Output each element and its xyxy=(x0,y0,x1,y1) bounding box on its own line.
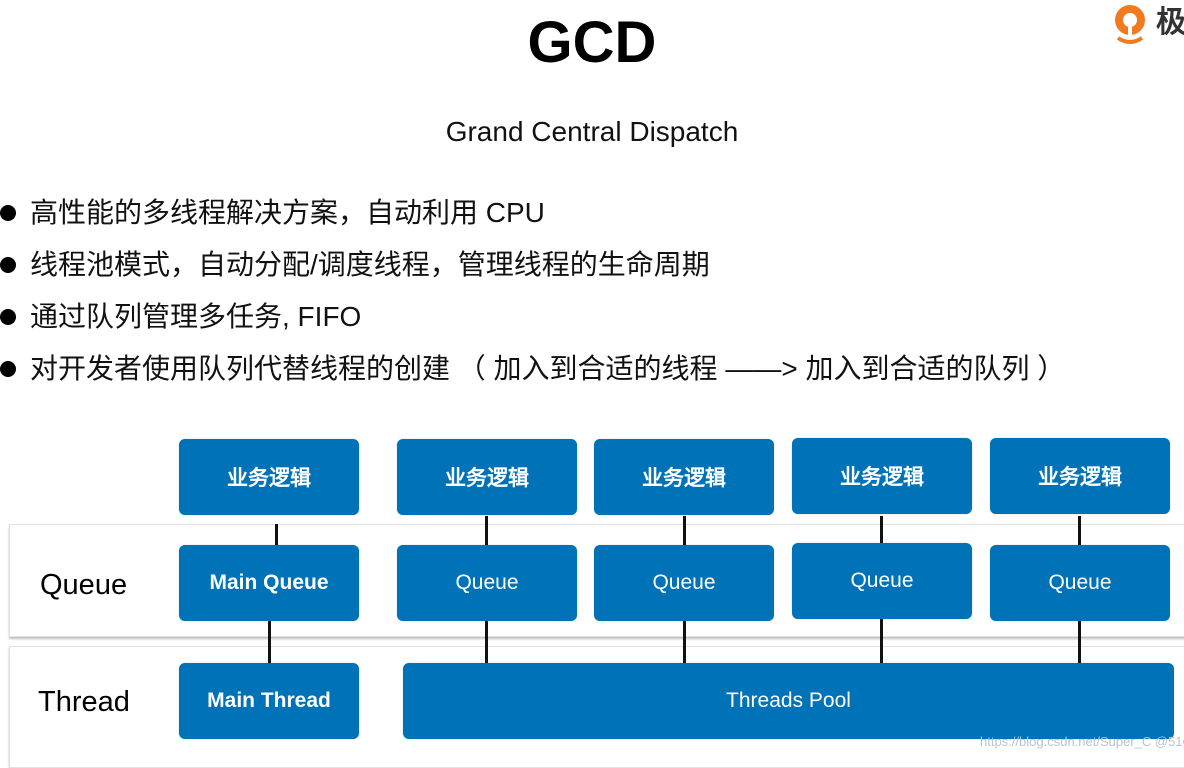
main-queue-box: Main Queue xyxy=(179,545,359,621)
bullet-item: 线程池模式，自动分配/调度线程，管理线程的生命周期 xyxy=(0,245,1065,297)
connector-line xyxy=(485,516,488,546)
queue-box: Queue xyxy=(594,545,774,621)
logo-glyph: 极 xyxy=(1156,5,1184,40)
bullet-dot-icon xyxy=(0,257,16,273)
queue-box: Queue xyxy=(792,543,972,619)
connector-line xyxy=(485,619,488,664)
main-thread-box: Main Thread xyxy=(179,663,359,739)
threads-pool-box: Threads Pool xyxy=(403,663,1174,739)
bullet-dot-icon xyxy=(0,205,16,221)
watermark: https://blog.csdn.net/Super_C @51CTO博客 xyxy=(980,734,1184,749)
connector-line xyxy=(268,619,271,664)
thread-row-label: Thread xyxy=(38,686,130,718)
bullet-text: 高性能的多线程解决方案，自动利用 CPU xyxy=(30,197,545,228)
brand-logo-icon: 极 xyxy=(1115,5,1184,44)
business-logic-box: 业务逻辑 xyxy=(990,438,1170,514)
connector-line xyxy=(880,617,883,664)
slide-subtitle: Grand Central Dispatch xyxy=(445,116,739,147)
business-logic-box: 业务逻辑 xyxy=(594,439,774,515)
business-logic-box: 业务逻辑 xyxy=(792,438,972,514)
bullet-item: 对开发者使用队列代替线程的创建 （ 加入到合适的线程 ——> 加入到合适的队列 … xyxy=(0,349,1065,401)
bullet-item: 高性能的多线程解决方案，自动利用 CPU xyxy=(0,193,1065,245)
bullet-dot-icon xyxy=(0,361,16,377)
connector-line xyxy=(1078,619,1081,664)
bullet-text: 对开发者使用队列代替线程的创建 （ 加入到合适的线程 ——> 加入到合适的队列 … xyxy=(30,353,1066,384)
connector-line xyxy=(880,516,883,544)
connector-line xyxy=(683,619,686,664)
queue-box: Queue xyxy=(990,545,1170,621)
queue-box: Queue xyxy=(397,545,577,621)
connector-line xyxy=(683,516,686,546)
bullet-text: 通过队列管理多任务, FIFO xyxy=(30,301,362,332)
bullet-dot-icon xyxy=(0,309,16,325)
connector-line xyxy=(1078,516,1081,546)
business-logic-box: 业务逻辑 xyxy=(397,439,577,515)
bullet-item: 通过队列管理多任务, FIFO xyxy=(0,297,1065,349)
queue-row-label: Queue xyxy=(40,569,128,601)
business-logic-box: 业务逻辑 xyxy=(179,439,359,515)
bullet-list: 高性能的多线程解决方案，自动利用 CPU 线程池模式，自动分配/调度线程，管理线… xyxy=(0,193,1065,401)
slide-title: GCD xyxy=(527,10,657,75)
bullet-text: 线程池模式，自动分配/调度线程，管理线程的生命周期 xyxy=(30,249,710,280)
